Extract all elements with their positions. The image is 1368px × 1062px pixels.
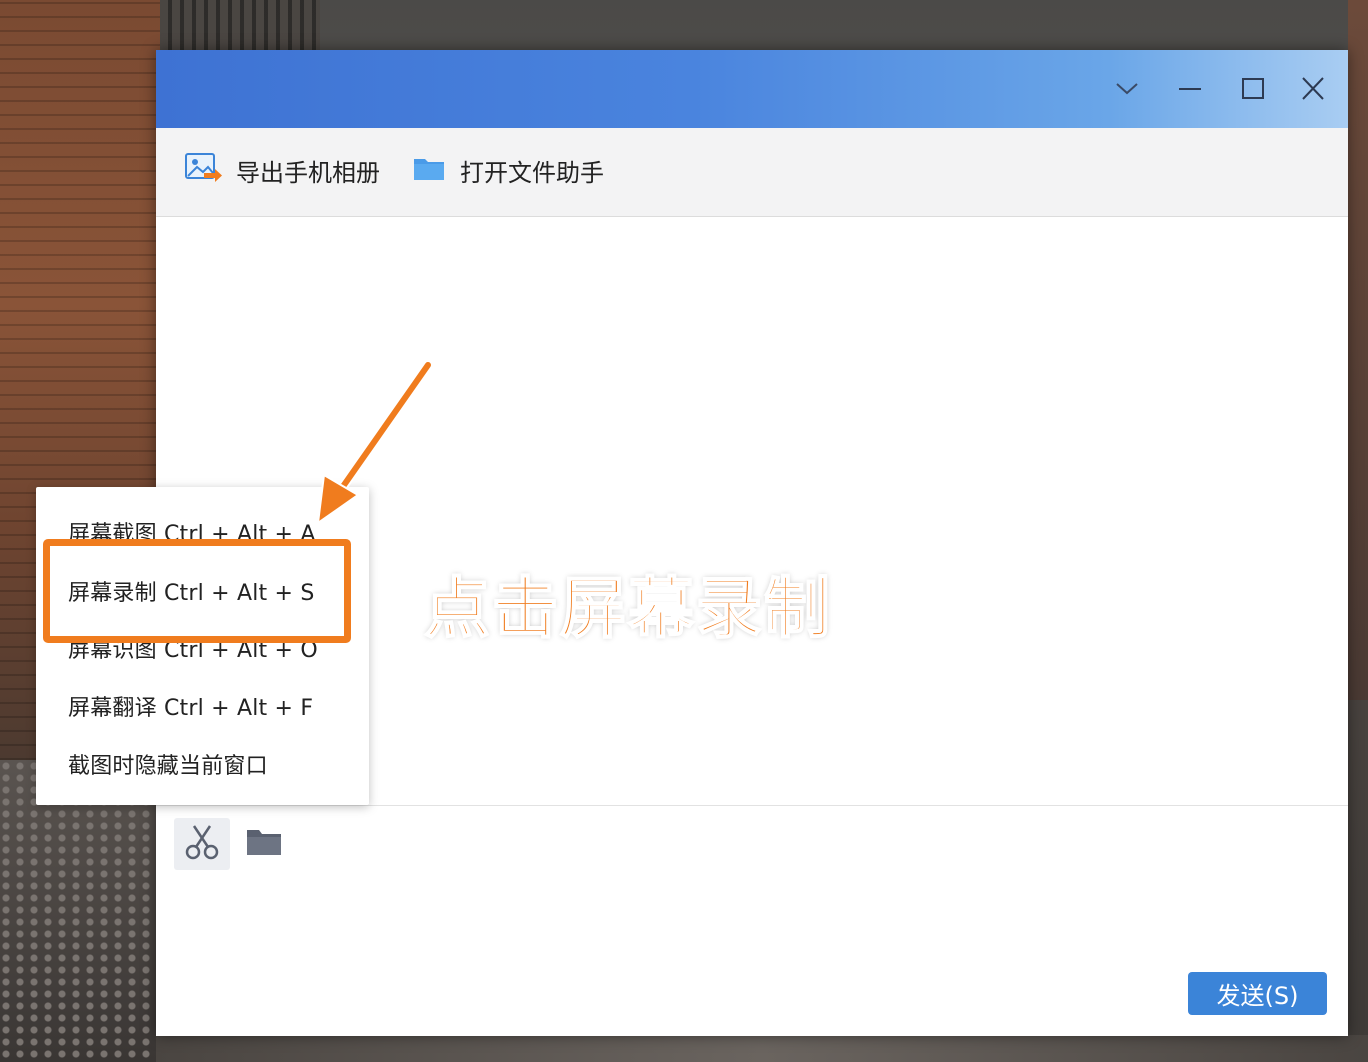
send-button[interactable]: 发送(S) — [1188, 972, 1327, 1015]
menu-item-screen-ocr[interactable]: 屏幕识图 Ctrl + Alt + O — [68, 632, 318, 664]
toolbar: 导出手机相册 打开文件助手 — [156, 128, 1348, 217]
menu-item-screen-translate[interactable]: 屏幕翻译 Ctrl + Alt + F — [68, 690, 313, 722]
scissors-icon — [182, 823, 222, 865]
screenshot-menu: 屏幕截图 Ctrl + Alt + A 屏幕识图 Ctrl + Alt + O … — [36, 487, 369, 805]
title-bar[interactable] — [156, 50, 1348, 128]
annotation-callout: 点击屏幕录制 — [423, 569, 832, 648]
message-input-area[interactable]: 发送(S) — [156, 806, 1348, 1036]
chevron-down-icon[interactable] — [1109, 72, 1145, 106]
maximize-icon[interactable] — [1235, 72, 1271, 106]
open-file-assistant-button[interactable]: 打开文件助手 — [412, 150, 604, 190]
export-album-button[interactable]: 导出手机相册 — [184, 150, 380, 190]
export-album-label: 导出手机相册 — [236, 158, 380, 187]
photo-export-icon — [184, 151, 222, 189]
folder-icon — [245, 825, 283, 863]
menu-item-screen-record[interactable]: 屏幕录制 Ctrl + Alt + S — [68, 575, 315, 607]
send-file-button[interactable] — [236, 818, 292, 870]
menu-item-hide-window[interactable]: 截图时隐藏当前窗口 — [68, 748, 268, 780]
menu-item-screen-capture[interactable]: 屏幕截图 Ctrl + Alt + A — [68, 516, 316, 548]
close-icon[interactable] — [1295, 72, 1331, 106]
screenshot-button[interactable] — [174, 818, 230, 870]
folder-icon — [412, 153, 446, 187]
minimize-icon[interactable] — [1172, 72, 1208, 106]
background-cobblestone — [0, 760, 160, 1062]
open-file-assistant-label: 打开文件助手 — [460, 158, 604, 187]
